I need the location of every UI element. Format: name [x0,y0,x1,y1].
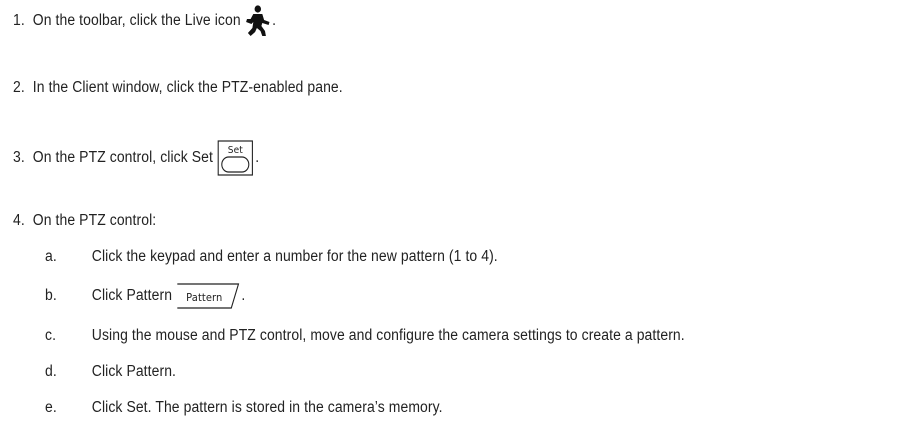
step-number: 3. [13,149,25,166]
step-1: 1. On the toolbar, click the Live icon . [13,5,277,36]
substep-letter: d. [45,363,57,380]
step-text: On the toolbar, click the Live icon [32,12,241,29]
pattern-button-icon-label: Pattern [186,292,222,305]
pattern-button-icon: Pattern [177,283,240,309]
set-button-icon-label: Set [228,145,243,157]
step-text: On the PTZ control: [32,212,157,229]
set-button-icon: Set [217,140,254,176]
substep-b: b. Click Pattern Pattern . [45,282,245,310]
step-number: 4. [13,212,25,229]
step-4: 4. On the PTZ control: [13,209,156,233]
step-2: 2. In the Client window, click the PTZ-e… [13,76,343,100]
step-suffix: . [272,12,277,29]
step-text: In the Client window, click the PTZ-enab… [32,79,343,96]
substep-letter: e. [45,399,57,416]
step-3: 3. On the PTZ control, click Set Set . [13,140,260,176]
substep-suffix: . [241,287,246,304]
step-suffix: . [255,149,260,166]
substep-a: a. Click the keypad and enter a number f… [45,245,498,269]
substep-letter: c. [45,327,57,344]
substep-text: Using the mouse and PTZ control, move an… [91,327,685,344]
substep-d: d. Click Pattern. [45,360,176,384]
substep-text: Click the keypad and enter a number for … [91,248,498,265]
substep-c: c. Using the mouse and PTZ control, move… [45,324,685,348]
step-number: 1. [13,12,25,29]
step-number: 2. [13,79,25,96]
substep-letter: b. [45,287,57,304]
substep-e: e. Click Set. The pattern is stored in t… [45,396,443,420]
step-text: On the PTZ control, click Set [32,149,213,166]
substep-text: Click Pattern [91,287,173,304]
walking-person-icon [245,5,270,37]
substep-text: Click Set. The pattern is stored in the … [91,399,443,416]
substep-text: Click Pattern. [91,363,177,380]
substep-letter: a. [45,248,57,265]
